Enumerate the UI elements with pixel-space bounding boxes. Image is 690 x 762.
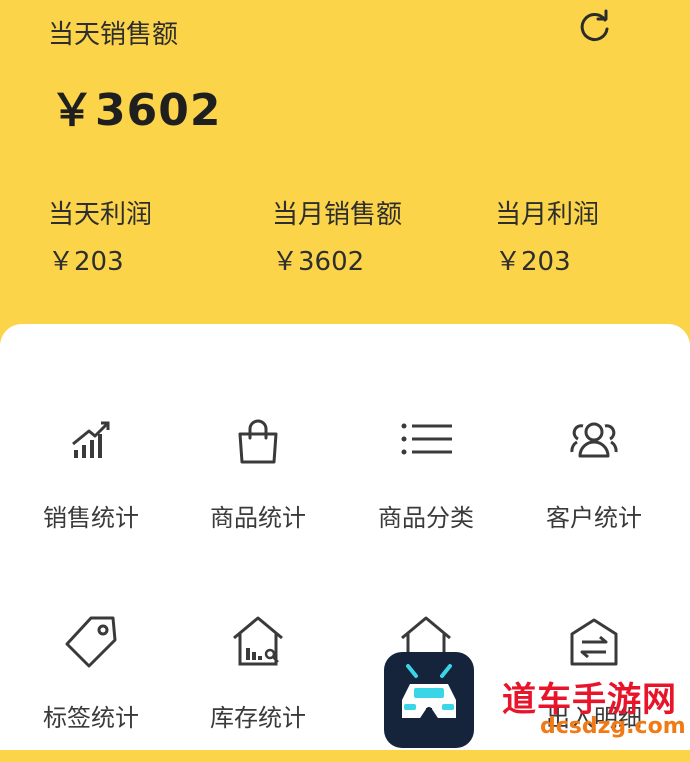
stat-value: ￥3602 <box>272 247 365 277</box>
stat-value: ￥203 <box>495 247 571 277</box>
stat-label: 当月销售额 <box>272 200 403 230</box>
today-sales-value: ￥3602 <box>50 85 222 136</box>
menu-item-product-stats[interactable]: 商品统计 <box>172 412 344 562</box>
warehouse-icon <box>228 612 288 672</box>
stat-label: 当月利润 <box>495 200 600 230</box>
menu-item-label: 库存统计 <box>210 704 306 732</box>
tag-icon <box>61 612 121 672</box>
menu-item-label: 商品分类 <box>378 504 474 532</box>
summary-header: 当天销售额 ￥3602 当天利润 ￥203 当月销售额 ￥3602 当月利润 ￥… <box>0 0 690 330</box>
stat-month-profit: 当月利润 ￥203 <box>495 194 599 278</box>
stat-today-profit: 当天利润 ￥203 <box>48 194 152 278</box>
menu-item-customer-stats[interactable]: 客户统计 <box>508 412 680 562</box>
menu-item-tag-stats[interactable]: 标签统计 <box>5 612 177 762</box>
stat-month-sales: 当月销售额 ￥3602 <box>272 194 402 278</box>
list-icon <box>396 412 456 472</box>
menu-item-label: 客户统计 <box>546 504 642 532</box>
shopping-bag-icon <box>228 412 288 472</box>
stat-value: ￥203 <box>48 247 124 277</box>
users-icon <box>564 412 624 472</box>
menu-item-product-category[interactable]: 商品分类 <box>340 412 512 562</box>
bar-chart-icon <box>61 412 121 472</box>
refresh-icon[interactable] <box>574 8 614 48</box>
stat-label: 当天利润 <box>48 200 153 230</box>
menu-item-inventory-stats[interactable]: 库存统计 <box>172 612 344 762</box>
today-sales-label: 当天销售额 <box>48 20 179 50</box>
menu-item-label: 标签统计 <box>43 704 139 732</box>
menu-item-label: 销售统计 <box>43 504 139 532</box>
watermark-url: dcsdzg.com <box>540 714 686 739</box>
watermark-overlay: 道车手游网 dcsdzg.com <box>384 652 690 750</box>
menu-item-sales-stats[interactable]: 销售统计 <box>5 412 177 562</box>
menu-item-label: 商品统计 <box>210 504 306 532</box>
car-logo-icon <box>384 652 474 748</box>
